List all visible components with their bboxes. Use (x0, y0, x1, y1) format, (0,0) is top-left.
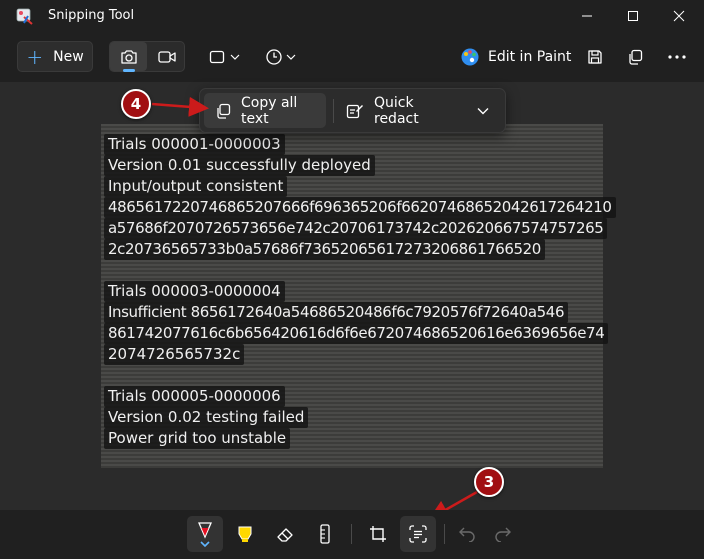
redact-icon (346, 102, 364, 120)
ocr-text-line[interactable]: Input/output consistent (104, 176, 288, 197)
crop-button[interactable] (360, 516, 396, 552)
eraser-button[interactable] (267, 516, 303, 552)
title-bar: Snipping Tool (0, 0, 704, 34)
text-actions-icon (409, 525, 427, 543)
close-button[interactable] (656, 0, 702, 32)
save-icon (588, 49, 602, 64)
screenshot-mode-button[interactable] (110, 42, 147, 72)
redo-button[interactable] (485, 516, 521, 552)
ballpoint-pen-icon (198, 522, 212, 548)
capture-mode-toggle (109, 41, 185, 72)
text-actions-button[interactable] (400, 516, 436, 552)
save-button[interactable] (581, 41, 609, 72)
copy-icon (629, 49, 643, 65)
edit-in-paint-button[interactable]: Edit in Paint (460, 41, 571, 72)
divider (351, 524, 352, 544)
maximize-button[interactable] (610, 0, 656, 32)
step-badge-3: 3 (474, 467, 504, 497)
redo-icon (495, 527, 511, 542)
highlighter-button[interactable] (227, 516, 263, 552)
ocr-text-line[interactable]: 4865617220746865207666f696365206f6620746… (104, 197, 616, 218)
edit-in-paint-label: Edit in Paint (488, 48, 572, 65)
ruler-button[interactable] (307, 516, 343, 552)
camera-icon (120, 49, 137, 64)
ballpoint-pen-button[interactable] (187, 516, 223, 552)
ruler-icon (320, 524, 330, 544)
ocr-text-line[interactable]: Trials 000003-0000004 (104, 281, 285, 302)
copy-icon (215, 103, 231, 119)
chevron-down-icon (477, 107, 489, 114)
ocr-text-line[interactable]: Insufficient 8656172640a54686520486f6c79… (104, 302, 569, 323)
maximize-icon (628, 11, 638, 21)
copy-all-text-label: Copy all text (241, 94, 298, 127)
close-icon (673, 10, 685, 22)
window-title: Snipping Tool (48, 8, 135, 23)
new-button-label: New (53, 48, 84, 65)
step-badge-4: 4 (121, 89, 151, 119)
ocr-text-line[interactable]: 2c20736565733b0a57686f736520656172732068… (104, 239, 545, 260)
undo-button[interactable] (449, 516, 485, 552)
divider (333, 99, 334, 123)
ocr-text-line[interactable]: Version 0.02 testing failed (104, 407, 309, 428)
ocr-text-line[interactable]: Trials 000005-0000006 (104, 386, 285, 407)
ocr-text-line[interactable]: 861742077616c6b656420616d6f6e67207468652… (104, 323, 609, 344)
quick-redact-button[interactable]: Quick redact (340, 93, 460, 128)
divider (444, 524, 445, 544)
delay-dropdown[interactable] (262, 41, 298, 72)
main-toolbar: + New Edit in Paint (0, 34, 704, 82)
copy-button[interactable] (621, 41, 649, 72)
quick-redact-label: Quick redact (374, 94, 419, 127)
video-icon (157, 50, 176, 63)
new-button[interactable]: + New (17, 41, 93, 72)
crop-icon (370, 526, 386, 542)
ocr-text-line[interactable]: Power grid too unstable (104, 428, 291, 449)
selected-indicator (123, 69, 135, 72)
snip-mode-dropdown[interactable] (205, 41, 243, 72)
more-options-button[interactable] (663, 41, 691, 72)
clock-icon (265, 48, 282, 65)
more-icon (668, 54, 686, 59)
paint-palette-icon (461, 48, 479, 65)
ocr-text-line[interactable]: Version 0.01 successfully deployed (104, 155, 375, 176)
copy-all-text-button[interactable]: Copy all text (204, 93, 326, 128)
undo-icon (459, 527, 475, 542)
drawing-toolbar (0, 510, 704, 559)
quick-redact-dropdown[interactable] (466, 93, 500, 128)
plus-icon: + (26, 44, 44, 69)
minimize-icon (582, 15, 592, 17)
ocr-text-line[interactable]: Trials 000001-0000003 (104, 134, 285, 155)
minimize-button[interactable] (564, 0, 610, 32)
video-mode-button[interactable] (148, 42, 185, 71)
ocr-text-line[interactable]: 2074726565732c (104, 344, 245, 365)
chevron-down-icon (286, 54, 295, 60)
chevron-down-icon (230, 54, 239, 60)
text-actions-bar: Copy all text Quick redact (199, 88, 506, 133)
highlighter-icon (238, 526, 252, 542)
eraser-icon (277, 528, 293, 542)
ocr-text-line[interactable]: a57686f2070726573656e742c20706173742c202… (104, 218, 608, 239)
snipping-tool-app-icon (16, 7, 34, 25)
rectangle-snip-icon (209, 50, 224, 63)
